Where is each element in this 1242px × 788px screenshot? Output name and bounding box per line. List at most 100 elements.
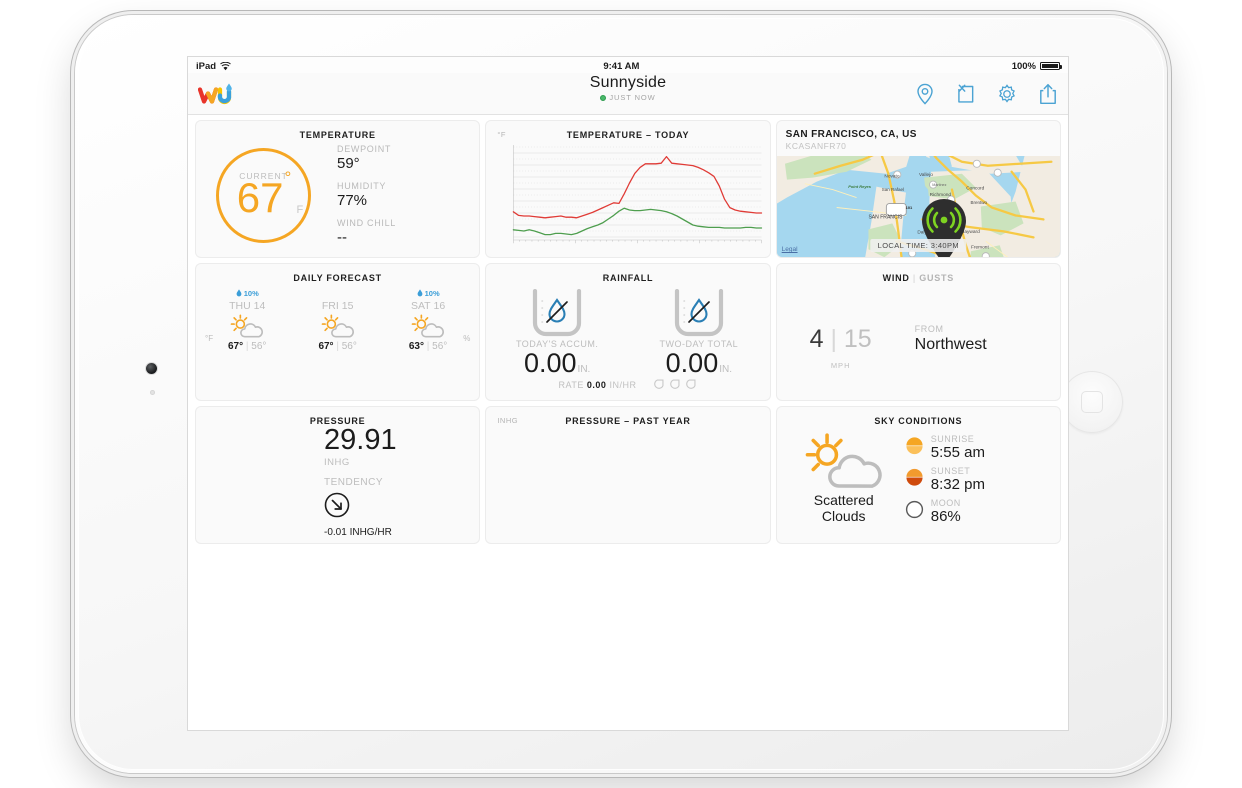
pressure-chart-wrap: [486, 428, 769, 543]
microphone: [150, 390, 155, 395]
forecast-date-fri: 15: [341, 300, 354, 312]
forecast-pop-fri: [292, 289, 382, 300]
stat-wind-chill: WIND CHILL --: [337, 218, 396, 246]
home-button-square-icon: [1081, 391, 1103, 413]
svg-text:SAN FRANCIS: SAN FRANCIS: [868, 215, 903, 221]
dashboard-grid: TEMPERATURE CURRENT 67° F DEWPOINT 59° H…: [188, 115, 1068, 730]
raindrop-outline-icon: [654, 379, 664, 389]
location-pin-icon[interactable]: [915, 83, 935, 105]
wind-tab-gusts[interactable]: GUSTS: [919, 273, 954, 283]
pressure-chart-unit: INHG: [497, 416, 519, 425]
forecast-pop-thu: 10%: [202, 289, 292, 300]
partly-sunny-icon: [411, 314, 445, 338]
raindrop-outline-icon: [686, 379, 696, 389]
svg-text:101: 101: [905, 205, 912, 210]
sky-sunset-label: SUNSET: [930, 466, 971, 476]
wu-logo[interactable]: [198, 82, 238, 106]
forecast-date-sat: 16: [433, 300, 446, 312]
wind-tab-wind[interactable]: WIND: [883, 273, 910, 283]
rainfall-today-unit: IN.: [577, 364, 591, 375]
pressure-tendency-label: TENDENCY: [324, 477, 384, 488]
card-title-temperature: TEMPERATURE: [299, 130, 376, 140]
battery-icon: [1040, 61, 1062, 71]
rain-gauge-empty-icon: [674, 289, 723, 337]
rain-gauge-empty-icon: [533, 289, 582, 337]
card-temperature[interactable]: TEMPERATURE CURRENT 67° F DEWPOINT 59° H…: [196, 121, 480, 257]
add-station-icon[interactable]: [956, 83, 976, 105]
svg-text:Vallejo: Vallejo: [919, 172, 933, 178]
card-daily-forecast[interactable]: DAILY FORECAST 10% THU 14 67° | 56° FRI …: [196, 264, 480, 400]
sky-sunrise-label: SUNRISE: [930, 434, 975, 444]
live-dot-icon: [600, 94, 607, 101]
temperature-ring: CURRENT 67° F: [216, 147, 311, 243]
partly-sunny-icon: [321, 314, 354, 338]
rainfall-today-value-group: 0.00IN.: [524, 349, 590, 377]
card-title-wind: WIND | GUSTS: [882, 273, 955, 283]
forecast-pop-value-sat: 10%: [424, 289, 440, 298]
stat-humidity: HUMIDITY 77%: [337, 181, 396, 209]
stat-wind-chill-label: WIND CHILL: [337, 218, 397, 228]
card-sky-conditions[interactable]: SKY CONDITIONS Scattered Clouds SUNRISE …: [776, 407, 1060, 543]
rainfall-twoday-value-group: 0.00IN.: [666, 349, 732, 377]
map-header: SAN FRANCISCO, CA, US KCASANFR70: [777, 121, 1060, 156]
rainfall-rate-row: RATE 0.00 IN/HR: [486, 378, 769, 391]
map-canvas[interactable]: 680 Point ReyesNovatoVallejoMartinezConc…: [776, 156, 1060, 257]
forecast-pop-sat: 10%: [383, 289, 473, 300]
sky-moon-label: MOON: [930, 498, 961, 508]
svg-text:San Rafael: San Rafael: [881, 187, 903, 192]
home-button[interactable]: [1061, 371, 1123, 433]
rainfall-rate-group: RATE 0.00 IN/HR: [559, 380, 637, 390]
stat-dewpoint-label: DEWPOINT: [337, 144, 392, 154]
wind-from-value: Northwest: [914, 336, 987, 353]
map-location-title: SAN FRANCISCO, CA, US: [785, 129, 917, 140]
wind-readout: 4 | 15 MPH: [791, 325, 891, 371]
pressure-gauge: [206, 429, 312, 535]
svg-text:Martinez: Martinez: [932, 183, 946, 187]
temp-chart-wrap: [486, 142, 769, 257]
rainfall-intensity-drops: [652, 378, 697, 391]
moon-icon: [905, 500, 923, 519]
forecast-dow-sat: SAT 16: [383, 300, 473, 312]
card-pressure[interactable]: PRESSURE 29.91 INHG TENDENCY -0.01 INHG/…: [196, 407, 480, 543]
map-legal-link[interactable]: Legal: [782, 246, 798, 253]
status-bar-right: 100%: [1011, 60, 1062, 72]
forecast-dow-fri: FRI 15: [292, 300, 382, 312]
sky-row-sunrise: SUNRISE 5:55 am: [905, 434, 1054, 461]
pressure-rate: -0.01 INHG/HR: [324, 527, 392, 538]
pressure-past-year-chart-labels: [486, 428, 769, 543]
temperature-unit: F: [296, 204, 304, 216]
forecast-icon-fri: [292, 314, 382, 338]
forecast-dow-text-fri: FRI: [321, 300, 339, 312]
rainfall-today-col: TODAY'S ACCUM. 0.00IN.: [486, 289, 628, 377]
card-wind[interactable]: WIND | GUSTS 4 | 15 MPH FROM Northwest: [776, 264, 1060, 400]
rainfall-twoday-unit: IN.: [719, 364, 732, 375]
sunrise-icon: [906, 437, 923, 455]
temperature-stats: DEWPOINT 59° HUMIDITY 77% WIND CHILL --: [337, 144, 396, 246]
svg-text:Fremont: Fremont: [971, 244, 989, 250]
sky-sunrise-text: SUNRISE 5:55 am: [931, 434, 985, 461]
card-pressure-past-year-chart[interactable]: PRESSURE – PAST YEAR INHG: [486, 407, 770, 543]
card-title-daily-forecast: DAILY FORECAST: [293, 273, 382, 283]
card-rainfall[interactable]: RAINFALL TODAY'S ACCUM. 0.00IN. TWO-DAY …: [486, 264, 770, 400]
forecast-dow-text-sat: SAT: [410, 300, 431, 312]
wind-dial: 4 | 15 MPH: [791, 289, 891, 389]
card-map[interactable]: SAN FRANCISCO, CA, US KCASANFR70 Point R…: [776, 121, 1060, 257]
nav-bar: Sunnyside JUST NOW: [188, 73, 1068, 115]
sky-row-moon: MOON 86%: [905, 498, 1054, 525]
stat-humidity-value: 77%: [337, 192, 368, 209]
wifi-icon: [220, 61, 231, 70]
battery-percent: 100%: [1011, 60, 1036, 72]
gear-icon[interactable]: [997, 83, 1017, 105]
wind-speed-value: 4: [809, 325, 824, 353]
rainfall-twoday-value: 0.00: [665, 348, 719, 378]
front-camera: [146, 363, 157, 374]
sky-body: Scattered Clouds SUNRISE 5:55 am SUNSET …: [777, 426, 1060, 538]
status-bar-left: iPad: [196, 61, 231, 72]
card-temperature-today-chart[interactable]: TEMPERATURE – TODAY °F: [486, 121, 770, 257]
share-icon[interactable]: [1038, 83, 1058, 105]
wind-from-label: FROM: [914, 324, 944, 334]
rainfall-twoday-col: TWO-DAY TOTAL 0.00IN.: [628, 289, 770, 377]
sky-description-line1: Scattered: [813, 492, 874, 508]
sky-times: SUNRISE 5:55 am SUNSET 8:32 pm MOON 86%: [905, 428, 1054, 538]
pressure-readout: 29.91 INHG TENDENCY -0.01 INHG/HR: [324, 426, 397, 539]
